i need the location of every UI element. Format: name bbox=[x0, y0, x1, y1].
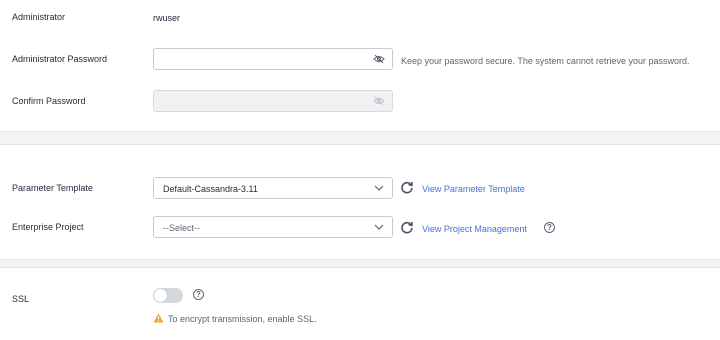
eye-off-icon bbox=[373, 96, 385, 106]
ssl-label: SSL bbox=[12, 294, 30, 304]
ssl-toggle[interactable] bbox=[153, 288, 183, 303]
enterprise-project-select[interactable]: --Select-- bbox=[153, 216, 393, 238]
ssl-warning-text: To encrypt transmission, enable SSL. bbox=[168, 314, 317, 324]
password-hint: Keep your password secure. The system ca… bbox=[401, 56, 690, 66]
confirm-password-field[interactable] bbox=[153, 90, 393, 112]
refresh-icon[interactable] bbox=[400, 221, 414, 235]
enterprise-project-value: --Select-- bbox=[163, 223, 201, 233]
enterprise-project-label: Enterprise Project bbox=[12, 222, 84, 232]
section-divider bbox=[0, 131, 720, 145]
refresh-icon[interactable] bbox=[400, 181, 414, 195]
admin-password-label: Administrator Password bbox=[12, 54, 108, 64]
enterprise-project-help-icon[interactable]: ? bbox=[544, 222, 555, 233]
ssl-section bbox=[0, 268, 720, 340]
parameter-template-label: Parameter Template bbox=[12, 183, 93, 193]
warning-icon bbox=[153, 313, 164, 323]
administrator-label: Administrator bbox=[12, 12, 66, 22]
section-divider bbox=[0, 259, 720, 268]
view-parameter-template-link[interactable]: View Parameter Template bbox=[422, 183, 525, 195]
confirm-password-label: Confirm Password bbox=[12, 96, 86, 106]
configuration-section: Parameter Template Default-Cassandra-3.1… bbox=[0, 145, 720, 259]
admin-password-field[interactable] bbox=[153, 48, 393, 70]
administrator-value: rwuser bbox=[153, 13, 181, 23]
ssl-help-icon[interactable]: ? bbox=[193, 289, 204, 300]
parameter-template-select[interactable]: Default-Cassandra-3.11 bbox=[153, 177, 393, 199]
chevron-down-icon bbox=[374, 185, 384, 191]
chevron-down-icon bbox=[374, 224, 384, 230]
view-project-management-link[interactable]: View Project Management bbox=[422, 223, 527, 235]
account-section: Administrator rwuser Administrator Passw… bbox=[0, 0, 720, 131]
ssl-toggle-knob bbox=[154, 289, 167, 302]
eye-off-icon[interactable] bbox=[373, 54, 385, 64]
parameter-template-value: Default-Cassandra-3.11 bbox=[163, 184, 258, 194]
